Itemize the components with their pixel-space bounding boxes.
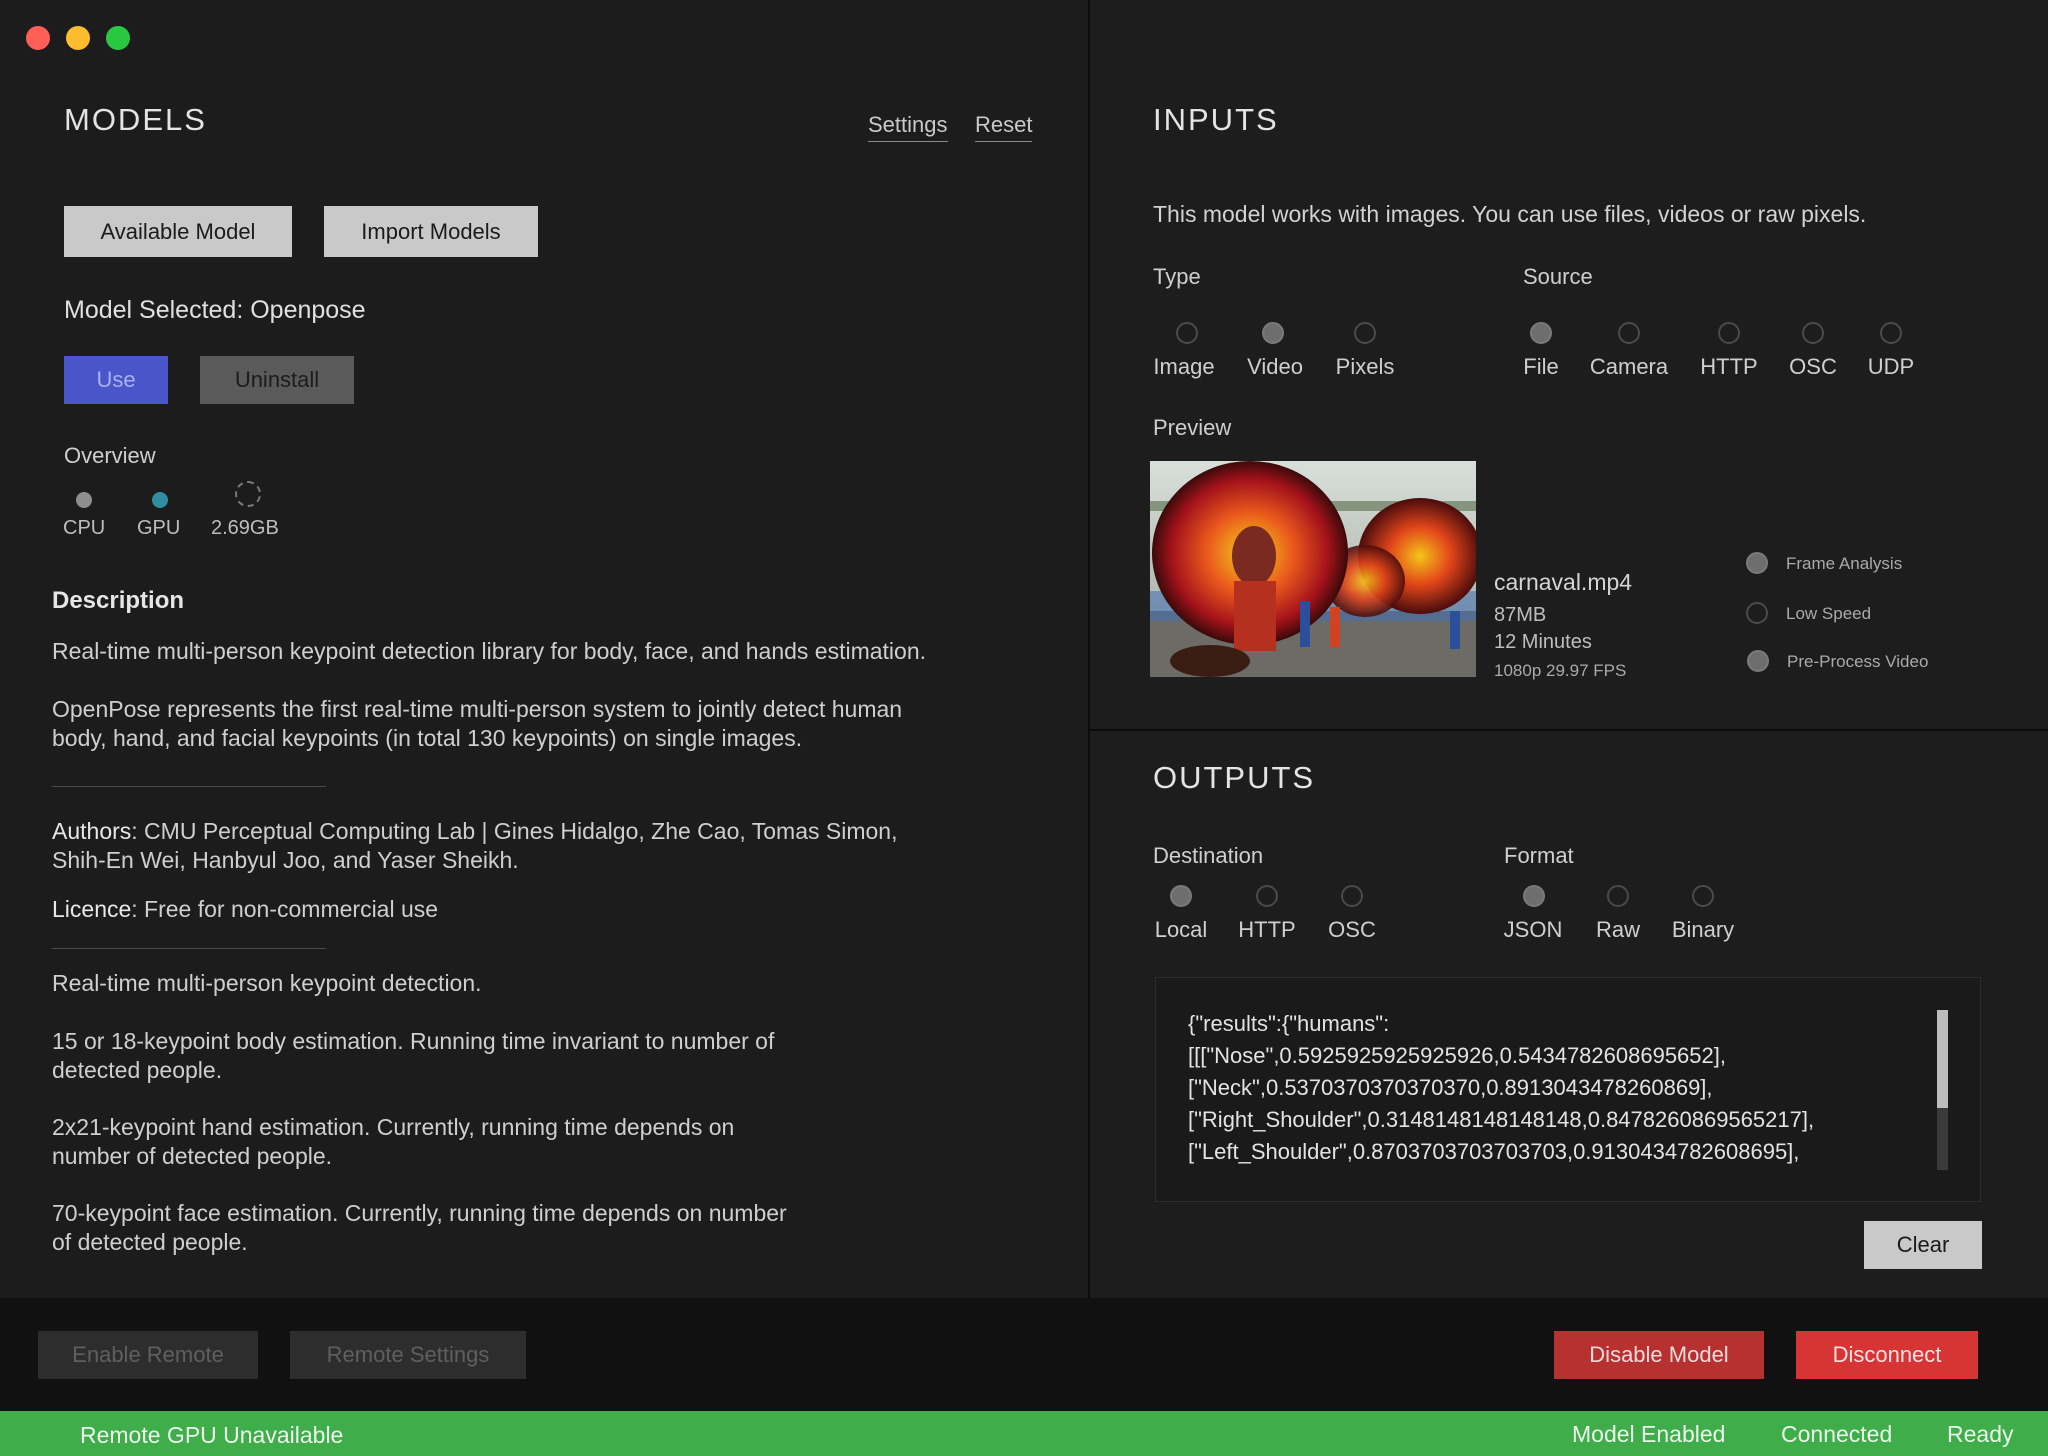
feature-1: Real-time multi-person keypoint detectio… [52,970,482,996]
frame-analysis-label: Frame Analysis [1786,554,1903,573]
preview-size: 87MB [1494,604,1547,626]
cpu-label: CPU [63,517,106,539]
json-scrollbar-thumb[interactable] [1937,1010,1948,1108]
window-close-icon[interactable] [26,26,50,50]
disable-model-button[interactable]: Disable Model [1554,1331,1764,1379]
storage-label: 2.69GB [211,517,279,539]
remote-settings-button[interactable]: Remote Settings [290,1331,526,1379]
type-pixels-radio[interactable] [1354,322,1376,344]
frame-analysis-radio[interactable] [1746,552,1768,574]
available-model-button[interactable]: Available Model [64,206,292,257]
json-line: [[["Nose",0.5925925925925926,0.543478260… [1188,1043,1726,1068]
models-title: MODELS [64,102,207,137]
json-line: {"results":{"humans": [1188,1011,1390,1036]
pre-process-video-label: Pre-Process Video [1787,652,1929,671]
uninstall-button[interactable]: Uninstall [200,356,354,404]
preview-duration: 12 Minutes [1494,631,1592,653]
cpu-dot-icon [76,492,92,508]
source-file-radio[interactable] [1530,322,1552,344]
json-output-text: {"results":{"humans": [[["Nose",0.5925925… [1188,1008,1814,1168]
source-osc-radio[interactable] [1802,322,1824,344]
licence-label: Licence [52,896,132,922]
type-label: Type [1153,264,1201,289]
format-binary-label: Binary [1671,917,1735,942]
gpu-dot-icon [152,492,168,508]
connection-status: Connected [1781,1421,1893,1447]
window-minimize-icon[interactable] [66,26,90,50]
video-preview-thumbnail[interactable] [1150,461,1476,677]
feature-3a: 2x21-keypoint hand estimation. Currently… [52,1114,735,1140]
remote-gpu-status: Remote GPU Unavailable [80,1422,344,1448]
authors-line-2: Shih-En Wei, Hanbyul Joo, and Yaser Shei… [52,847,519,873]
authors-line-1: Authors: CMU Perceptual Computing Lab | … [52,817,897,846]
licence-line: Licence: Free for non-commercial use [52,895,438,924]
source-udp-label: UDP [1867,354,1915,379]
import-models-button[interactable]: Import Models [324,206,538,257]
json-line: ["Right_Shoulder",0.3148148148148148,0.8… [1188,1107,1815,1132]
feature-3b: number of detected people. [52,1143,333,1169]
source-udp-radio[interactable] [1880,322,1902,344]
ready-status: Ready [1947,1421,2014,1447]
low-speed-radio[interactable] [1746,602,1768,624]
low-speed-label: Low Speed [1786,604,1872,623]
inputs-intro: This model works with images. You can us… [1153,201,1867,227]
preview-label: Preview [1153,415,1232,440]
json-line: ["Left_Shoulder",0.8703703703703703,0.91… [1188,1139,1800,1164]
outputs-title: OUTPUTS [1153,760,1316,795]
source-label: Source [1523,264,1593,289]
description-p2a: OpenPose represents the first real-time … [52,696,903,722]
destination-http-radio[interactable] [1256,885,1278,907]
enable-remote-button[interactable]: Enable Remote [38,1331,258,1379]
model-status: Model Enabled [1572,1421,1726,1447]
feature-2a: 15 or 18-keypoint body estimation. Runni… [52,1028,775,1054]
type-pixels-label: Pixels [1335,354,1395,379]
description-divider-1 [52,786,326,787]
format-binary-radio[interactable] [1692,885,1714,907]
model-selected-label: Model Selected: Openpose [64,296,366,324]
preview-filename: carnaval.mp4 [1494,569,1633,595]
inputs-title: INPUTS [1153,102,1279,137]
pre-process-video-radio[interactable] [1747,650,1769,672]
format-label: Format [1504,843,1574,868]
preview-format: 1080p 29.97 FPS [1494,661,1627,680]
type-video-radio[interactable] [1262,322,1284,344]
feature-4b: of detected people. [52,1229,248,1255]
destination-local-radio[interactable] [1170,885,1192,907]
authors-value: : CMU Perceptual Computing Lab | Gines H… [131,818,898,844]
storage-ring-icon [235,481,261,507]
description-heading: Description [52,587,185,614]
description-p1: Real-time multi-person keypoint detectio… [52,638,927,664]
authors-label: Authors [52,818,132,844]
format-json-radio[interactable] [1523,885,1545,907]
type-image-radio[interactable] [1176,322,1198,344]
description-divider-2 [52,948,326,949]
destination-osc-label: OSC [1328,917,1376,942]
source-camera-radio[interactable] [1618,322,1640,344]
description-p2b: body, hand, and facial keypoints (in tot… [52,725,803,751]
destination-label: Destination [1153,843,1264,868]
json-scrollbar[interactable] [1937,1010,1948,1170]
gpu-label: GPU [137,517,181,539]
window-zoom-icon[interactable] [106,26,130,50]
clear-button[interactable]: Clear [1864,1221,1982,1269]
overview-label: Overview [64,443,156,468]
use-button[interactable]: Use [64,356,168,404]
disconnect-button[interactable]: Disconnect [1796,1331,1978,1379]
source-http-radio[interactable] [1718,322,1740,344]
json-line: ["Neck",0.5370370370370370,0.89130434782… [1188,1075,1713,1100]
format-raw-radio[interactable] [1607,885,1629,907]
app-window: MODELS Settings Reset Available Model Im… [0,0,2048,1456]
reset-link[interactable]: Reset [975,112,1033,142]
feature-2b: detected people. [52,1057,223,1083]
destination-osc-radio[interactable] [1341,885,1363,907]
source-camera-label: Camera [1589,354,1669,379]
feature-4a: 70-keypoint face estimation. Currently, … [52,1200,787,1226]
settings-link[interactable]: Settings [868,112,948,142]
json-output-box[interactable]: {"results":{"humans": [[["Nose",0.5925925… [1155,977,1981,1202]
licence-value: : Free for non-commercial use [131,896,439,922]
